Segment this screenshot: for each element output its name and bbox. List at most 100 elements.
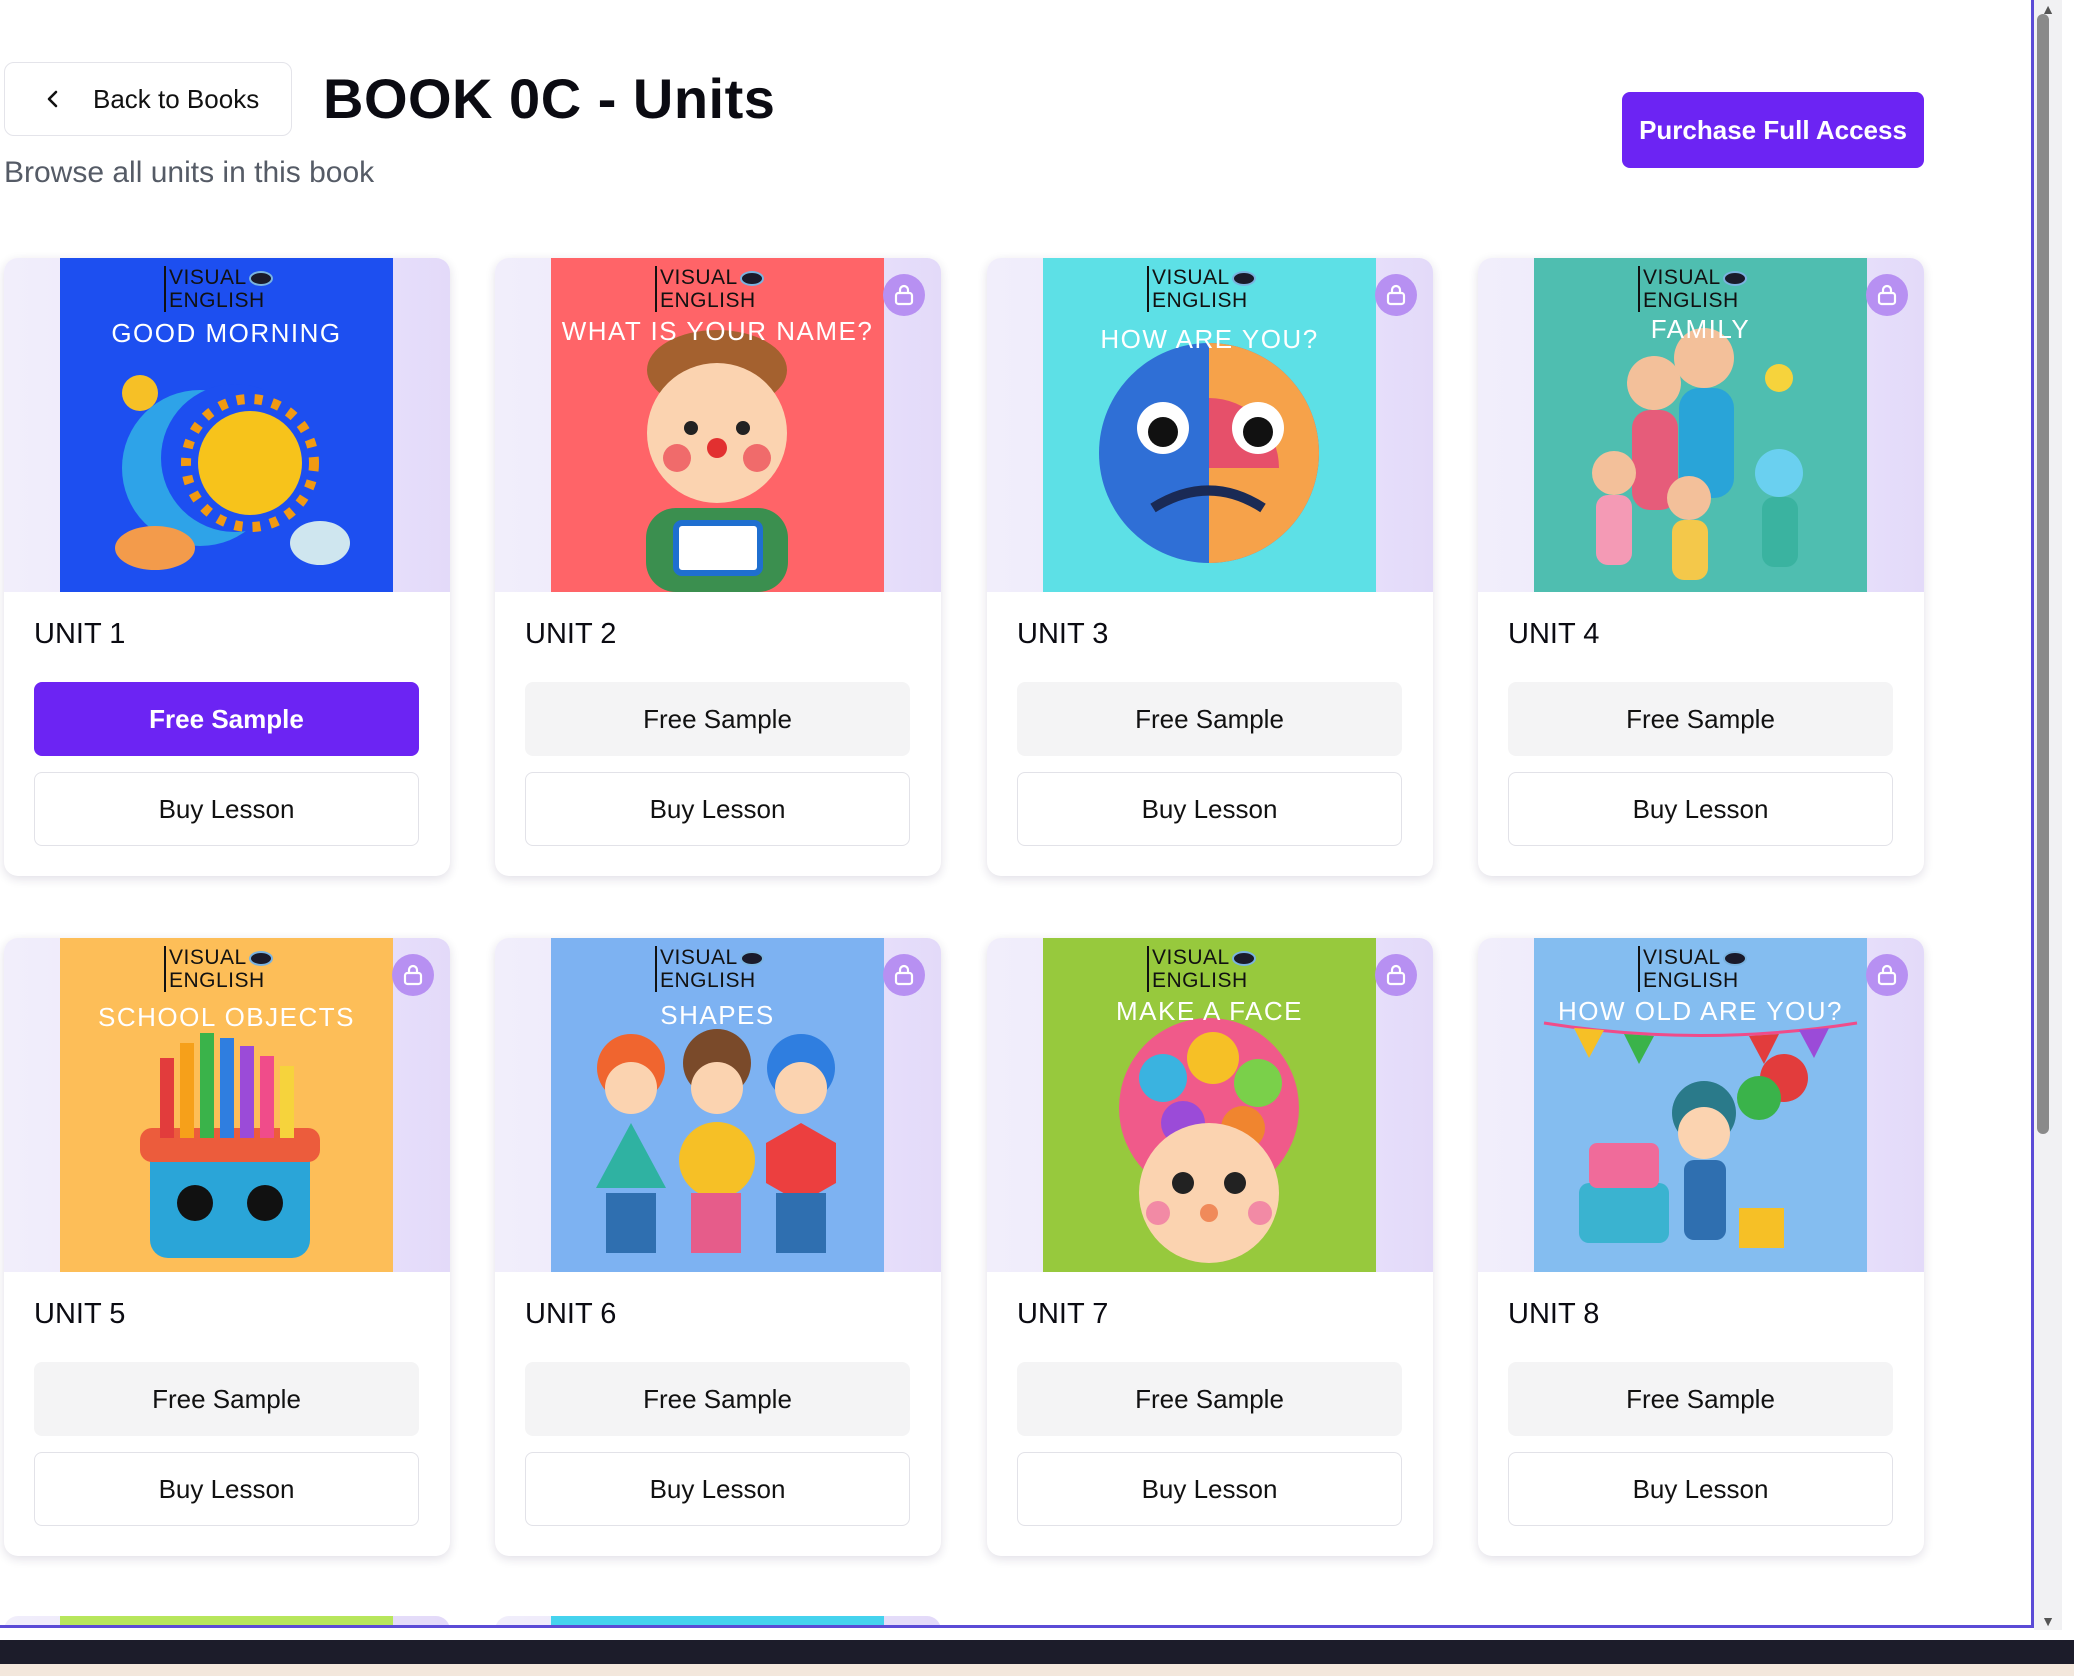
- cover-brand-line2: ENGLISH: [1643, 969, 1739, 992]
- free-sample-button[interactable]: Free Sample: [525, 1362, 910, 1436]
- eye-icon: [248, 270, 273, 286]
- cover-brand-logo: VISUAL ENGLISH: [1147, 266, 1256, 312]
- free-sample-button[interactable]: Free Sample: [525, 682, 910, 756]
- unit-title: UNIT 2: [525, 618, 617, 650]
- cover-title: WHAT IS YOUR NAME?: [561, 316, 874, 346]
- unit-cover-area: VISUAL ENGLISH WHAT IS YOUR NAME?: [495, 258, 941, 592]
- unit-card[interactable]: VISUAL ENGLISH WHAT IS YOUR NAME? UNIT 2 Fre…: [495, 258, 941, 876]
- unit-cover-image: VISUAL ENGLISH HOW OLD ARE YOU?: [1534, 938, 1867, 1272]
- back-to-books-button[interactable]: Back to Books: [4, 62, 292, 136]
- unit-cover-area: VISUAL ENGLISH FAMILY: [1478, 258, 1924, 592]
- free-sample-button[interactable]: Free Sample: [34, 1362, 419, 1436]
- eye-icon: [1722, 270, 1747, 286]
- unit-cover-image: VISUAL ENGLISH SHAPES: [551, 938, 884, 1272]
- lock-icon: [883, 274, 925, 316]
- cover-brand-line1: VISUAL: [660, 266, 738, 289]
- unit-cover-area: VISUAL ENGLISH SHAPES: [495, 938, 941, 1272]
- cover-brand-logo: VISUAL ENGLISH: [655, 266, 764, 312]
- cover-brand-line1: VISUAL: [169, 266, 247, 289]
- cover-brand-line2: ENGLISH: [1152, 969, 1248, 992]
- buy-lesson-button[interactable]: Buy Lesson: [525, 772, 910, 846]
- unit-title: UNIT 6: [525, 1298, 617, 1330]
- eye-icon: [248, 950, 273, 966]
- cover-brand-logo: VISUAL ENGLISH: [655, 946, 764, 992]
- lock-icon: [1375, 954, 1417, 996]
- unit-cover-image: VISUAL ENGLISH SCHOOL OBJECTS: [60, 938, 393, 1272]
- unit-card[interactable]: VISUAL ENGLISH SCHOOL OBJECTS UNIT 5 Free Sa…: [4, 938, 450, 1556]
- cover-brand-line2: ENGLISH: [1643, 289, 1739, 312]
- eye-icon: [1722, 950, 1747, 966]
- unit-card[interactable]: VISUAL ENGLISH HOW OLD ARE YOU? UNIT 8 Free …: [1478, 938, 1924, 1556]
- cover-brand-line1: VISUAL: [1643, 946, 1721, 969]
- unit-card[interactable]: VISUAL ENGLISH FAMILY UNIT 4 Free Sample Buy …: [1478, 258, 1924, 876]
- cover-title: FAMILY: [1650, 314, 1751, 344]
- unit-title: UNIT 5: [34, 1298, 126, 1330]
- unit-card-peek: [4, 1616, 450, 1625]
- eye-icon: [1231, 270, 1256, 286]
- cover-brand-logo: VISUAL ENGLISH: [164, 946, 273, 992]
- buy-lesson-button[interactable]: Buy Lesson: [34, 1452, 419, 1526]
- unit-card[interactable]: VISUAL ENGLISH MAKE A FACE UNIT 7 Free Sampl…: [987, 938, 1433, 1556]
- free-sample-button[interactable]: Free Sample: [34, 682, 419, 756]
- unit-cover-image: VISUAL ENGLISH WHAT IS YOUR NAME?: [551, 258, 884, 592]
- unit-title: UNIT 1: [34, 618, 126, 650]
- cover-title: GOOD MORNING: [111, 318, 342, 348]
- lock-icon: [392, 954, 434, 996]
- scroll-up-arrow-icon[interactable]: ▲: [2034, 0, 2062, 18]
- buy-lesson-button[interactable]: Buy Lesson: [1508, 772, 1893, 846]
- purchase-full-access-button[interactable]: Purchase Full Access: [1622, 92, 1924, 168]
- cover-title: SHAPES: [660, 1000, 775, 1030]
- cover-brand-logo: VISUAL ENGLISH: [1638, 266, 1747, 312]
- cover-title: HOW ARE YOU?: [1100, 324, 1319, 354]
- scrollbar-thumb[interactable]: [2037, 14, 2049, 1134]
- cover-brand-line2: ENGLISH: [169, 289, 265, 312]
- unit-title: UNIT 7: [1017, 1298, 1109, 1330]
- eye-icon: [1231, 950, 1256, 966]
- unit-cover-area: VISUAL ENGLISH HOW ARE YOU?: [987, 258, 1433, 592]
- lock-icon: [883, 954, 925, 996]
- cover-brand-line2: ENGLISH: [1152, 289, 1248, 312]
- cover-brand-line1: VISUAL: [660, 946, 738, 969]
- cover-title: SCHOOL OBJECTS: [98, 1002, 355, 1032]
- unit-card[interactable]: VISUAL ENGLISH GOOD MORNING UNIT 1 Free Samp…: [4, 258, 450, 876]
- cover-brand-line1: VISUAL: [1152, 946, 1230, 969]
- free-sample-button[interactable]: Free Sample: [1508, 682, 1893, 756]
- back-to-books-label: Back to Books: [93, 83, 260, 114]
- buy-lesson-button[interactable]: Buy Lesson: [1017, 1452, 1402, 1526]
- unit-title: UNIT 3: [1017, 618, 1109, 650]
- unit-card[interactable]: VISUAL ENGLISH SHAPES UNIT 6 Free Sample Buy …: [495, 938, 941, 1556]
- cover-title: HOW OLD ARE YOU?: [1557, 996, 1844, 1026]
- page-title: BOOK 0C - Units: [323, 67, 776, 130]
- cover-brand-line2: ENGLISH: [660, 289, 756, 312]
- browser-viewport: Back to Books BOOK 0C - Units Browse all…: [0, 0, 2034, 1628]
- cover-brand-line2: ENGLISH: [660, 969, 756, 992]
- cover-brand-logo: VISUAL ENGLISH: [1147, 946, 1256, 992]
- scroll-down-arrow-icon[interactable]: ▼: [2034, 1612, 2062, 1630]
- page-subtitle: Browse all units in this book: [4, 156, 375, 189]
- cover-brand-line1: VISUAL: [1643, 266, 1721, 289]
- free-sample-button[interactable]: Free Sample: [1508, 1362, 1893, 1436]
- unit-title: UNIT 8: [1508, 1298, 1600, 1330]
- unit-title: UNIT 4: [1508, 618, 1600, 650]
- buy-lesson-button[interactable]: Buy Lesson: [1508, 1452, 1893, 1526]
- unit-cover-peek: [551, 1616, 884, 1625]
- eye-icon: [739, 270, 764, 286]
- unit-cover-image: VISUAL ENGLISH HOW ARE YOU?: [1043, 258, 1376, 592]
- cover-brand-line2: ENGLISH: [169, 969, 265, 992]
- unit-cover-image: VISUAL ENGLISH MAKE A FACE: [1043, 938, 1376, 1272]
- cover-brand-line1: VISUAL: [169, 946, 247, 969]
- buy-lesson-button[interactable]: Buy Lesson: [1017, 772, 1402, 846]
- unit-cover-image: VISUAL ENGLISH GOOD MORNING: [60, 258, 393, 592]
- eye-icon: [739, 950, 764, 966]
- lock-icon: [1375, 274, 1417, 316]
- chevron-left-icon: [47, 90, 58, 108]
- free-sample-button[interactable]: Free Sample: [1017, 682, 1402, 756]
- lock-icon: [1866, 954, 1908, 996]
- cover-brand-logo: VISUAL ENGLISH: [164, 266, 273, 312]
- buy-lesson-button[interactable]: Buy Lesson: [525, 1452, 910, 1526]
- unit-card-peek: [495, 1616, 941, 1625]
- buy-lesson-button[interactable]: Buy Lesson: [34, 772, 419, 846]
- lock-icon: [1866, 274, 1908, 316]
- free-sample-button[interactable]: Free Sample: [1017, 1362, 1402, 1436]
- unit-card[interactable]: VISUAL ENGLISH HOW ARE YOU? UNIT 3 Free Samp…: [987, 258, 1433, 876]
